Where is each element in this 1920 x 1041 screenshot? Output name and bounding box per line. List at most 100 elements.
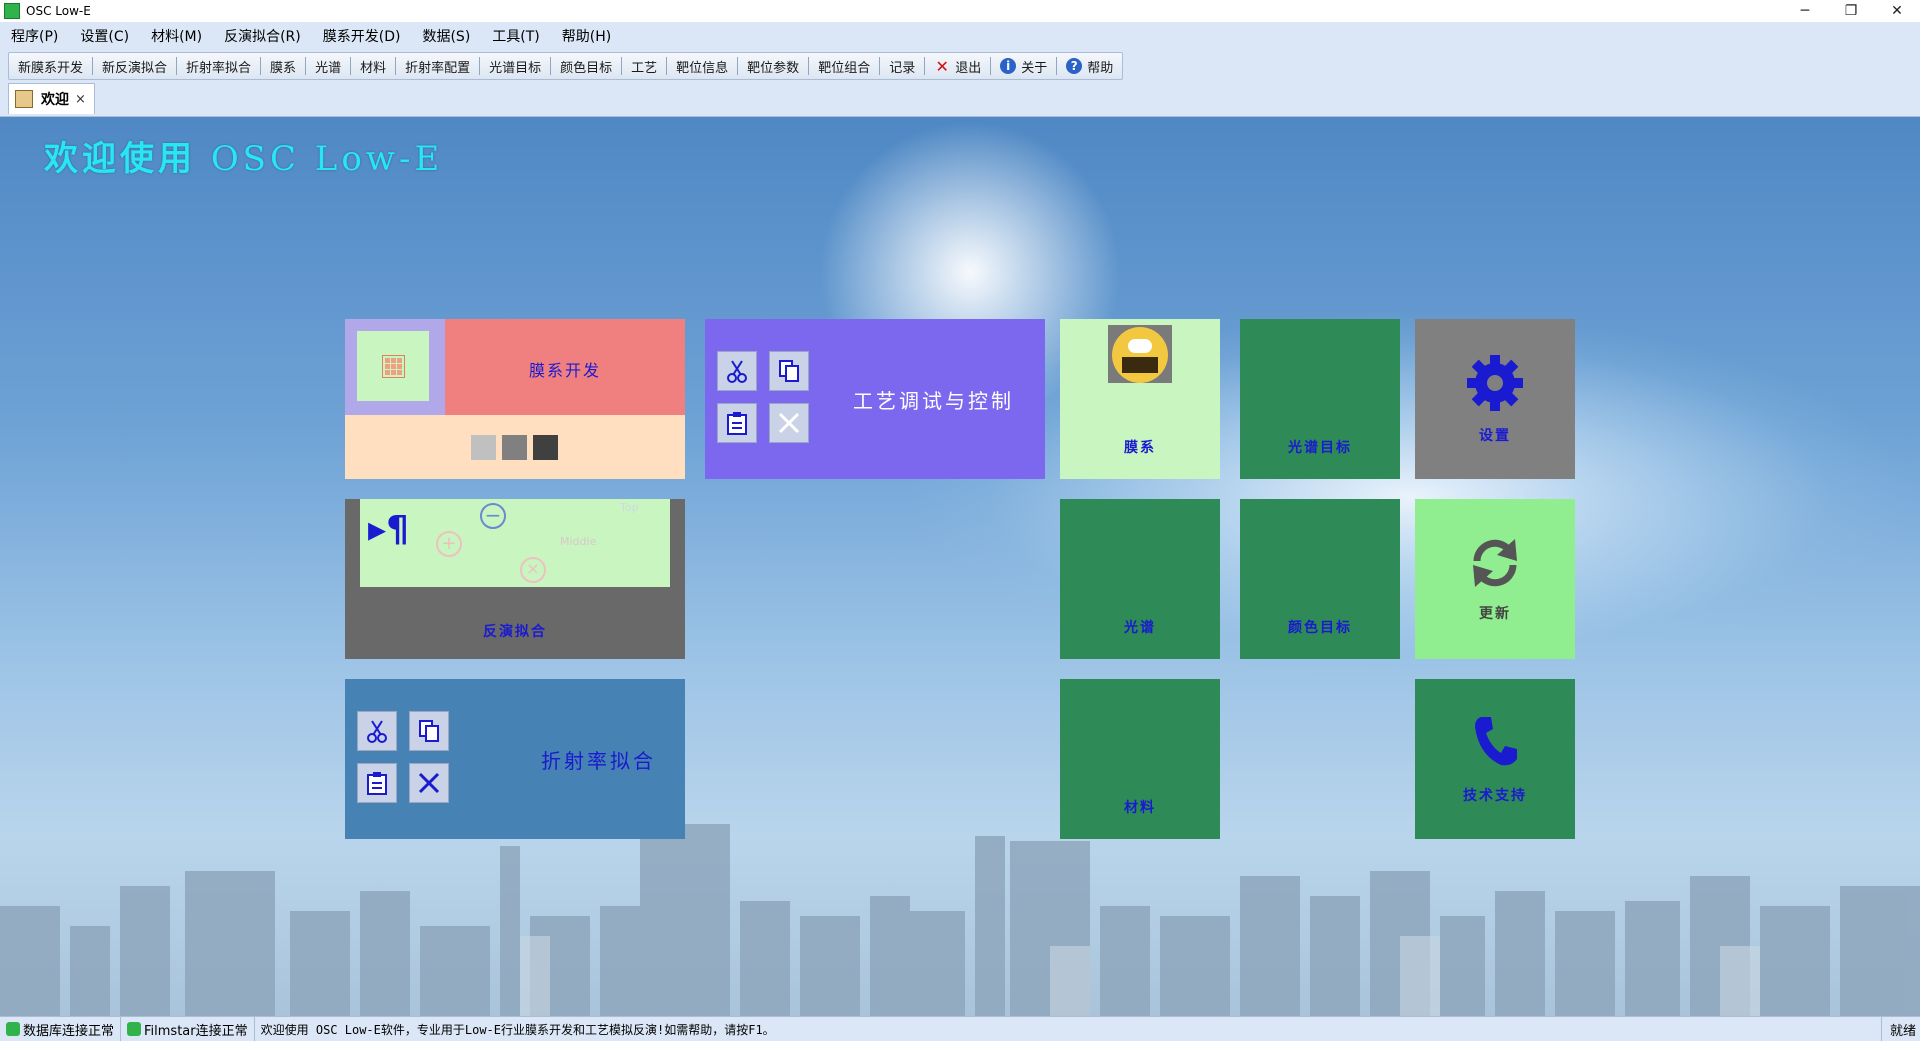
tb-help[interactable]: ? 帮助 (1057, 53, 1122, 79)
tb-record[interactable]: 记录 (880, 53, 924, 79)
phone-icon (1475, 717, 1517, 766)
tile-tech-support[interactable]: 技术支持 (1415, 679, 1575, 839)
tb-new-film-dev[interactable]: 新膜系开发 (9, 53, 92, 79)
title-bar: OSC Low-E ─ ❐ ✕ (0, 0, 1920, 22)
tb-target-info[interactable]: 靶位信息 (667, 53, 737, 79)
tile-material[interactable]: 材料 (1060, 679, 1220, 839)
tile-update[interactable]: 更新 (1415, 499, 1575, 659)
status-bar: 数据库连接正常 Filmstar连接正常 欢迎使用 OSC Low-E软件，专业… (0, 1016, 1920, 1041)
refresh-icon (1473, 539, 1517, 587)
tb-exit-label: 退出 (955, 60, 982, 76)
menu-bar: 程序(P) 设置(C) 材料(M) 反演拟合(R) 膜系开发(D) 数据(S) … (0, 22, 1920, 50)
tile-process-control[interactable]: 工艺调试与控制 (705, 319, 1045, 479)
copy-icon (769, 351, 809, 391)
restore-button[interactable]: ❐ (1828, 0, 1874, 22)
menu-film-dev[interactable]: 膜系开发(D) (312, 26, 412, 46)
tile-spectrum-label: 光谱 (1124, 620, 1156, 636)
swatch-light (471, 435, 496, 460)
tb-refractive-config[interactable]: 折射率配置 (396, 53, 479, 79)
menu-material[interactable]: 材料(M) (140, 26, 213, 46)
filmstar-status-icon (127, 1022, 142, 1036)
tb-color-target[interactable]: 颜色目标 (551, 53, 621, 79)
tile-refractive-fit[interactable]: 折射率拟合 (345, 679, 685, 839)
tb-about-label: 关于 (1021, 60, 1048, 76)
minus-circle-icon: − (480, 503, 506, 529)
welcome-heading-appname: OSC Low-E (210, 139, 444, 179)
gear-icon (1467, 355, 1523, 411)
tile-material-label: 材料 (1124, 800, 1156, 816)
tb-spectrum-target[interactable]: 光谱目标 (480, 53, 550, 79)
delete-x-icon (409, 763, 449, 803)
tile-spectrum-target-label: 光谱目标 (1288, 440, 1352, 456)
tile-color-target[interactable]: 颜色目标 (1240, 499, 1400, 659)
tile-spectrum-target[interactable]: 光谱目标 (1240, 319, 1400, 479)
tb-film-system[interactable]: 膜系 (261, 53, 305, 79)
status-ready: 就绪 (1880, 1017, 1916, 1041)
cut-icon (357, 711, 397, 751)
menu-inverse-fit[interactable]: 反演拟合(R) (213, 26, 312, 46)
status-filmstar: Filmstar连接正常 (121, 1017, 255, 1041)
menu-program[interactable]: 程序(P) (0, 26, 69, 46)
status-message: 欢迎使用 OSC Low-E软件，专业用于Low-E行业膜系开发和工艺模拟反演!… (260, 1022, 775, 1037)
copy-icon (409, 711, 449, 751)
tile-refractive-fit-label: 折射率拟合 (541, 749, 656, 773)
minimize-button[interactable]: ─ (1782, 0, 1828, 22)
tb-help-label: 帮助 (1087, 60, 1114, 76)
inverse-fit-preview: ▸¶ + − × Top Middle (360, 499, 670, 587)
city-skyline-background (0, 824, 1920, 1016)
menu-settings[interactable]: 设置(C) (69, 26, 140, 46)
close-window-button[interactable]: ✕ (1874, 0, 1920, 22)
tile-process-control-label: 工艺调试与控制 (853, 389, 1014, 413)
window-title: OSC Low-E (26, 4, 91, 18)
tb-process[interactable]: 工艺 (622, 53, 666, 79)
tb-material[interactable]: 材料 (351, 53, 395, 79)
welcome-page: 欢迎使用 OSC Low-E 膜系开发 工艺调试与控制 膜系 光谱目标 设置 ▸… (0, 117, 1920, 1016)
delete-x-icon (769, 403, 809, 443)
tb-target-params[interactable]: 靶位参数 (738, 53, 808, 79)
paste-icon (717, 403, 757, 443)
database-cloud-icon (1108, 325, 1172, 383)
tb-new-inverse-fit[interactable]: 新反演拟合 (93, 53, 176, 79)
document-tab-bar: 欢迎 × (0, 80, 1920, 117)
tile-inverse-fit-label: 反演拟合 (483, 624, 547, 640)
tile-color-target-label: 颜色目标 (1288, 620, 1352, 636)
swatch-squares (471, 435, 558, 460)
plus-circle-icon: + (436, 531, 462, 557)
grid-icon (357, 331, 429, 401)
film-dev-icon-panel (345, 319, 445, 415)
tb-spectrum[interactable]: 光谱 (306, 53, 350, 79)
pilcrow-icon: ▸¶ (368, 509, 409, 550)
toolbar-strip: 新膜系开发 新反演拟合 折射率拟合 膜系 光谱 材料 折射率配置 光谱目标 颜色… (8, 52, 1124, 80)
help-question-icon: ? (1066, 58, 1083, 74)
app-logo-icon (4, 3, 20, 19)
welcome-heading: 欢迎使用 OSC Low-E (44, 131, 443, 180)
paste-icon (357, 763, 397, 803)
status-db-text: 数据库连接正常 (23, 1023, 115, 1039)
info-icon: i (1000, 58, 1017, 74)
tb-exit[interactable]: ✕ 退出 (925, 53, 990, 79)
tile-inverse-fit[interactable]: ▸¶ + − × Top Middle 反演拟合 (345, 499, 685, 659)
tile-film-dev[interactable]: 膜系开发 (345, 319, 685, 479)
menu-help[interactable]: 帮助(H) (551, 26, 622, 46)
close-circle-icon: × (520, 557, 546, 583)
window-controls: ─ ❐ ✕ (1782, 0, 1920, 22)
menu-tools[interactable]: 工具(T) (481, 26, 550, 46)
tab-welcome-label: 欢迎 (41, 92, 69, 108)
tab-welcome[interactable]: 欢迎 × (8, 83, 95, 114)
tab-close-icon[interactable]: × (75, 92, 86, 107)
tile-update-label: 更新 (1479, 606, 1511, 622)
toolbar: 新膜系开发 新反演拟合 折射率拟合 膜系 光谱 材料 折射率配置 光谱目标 颜色… (0, 50, 1920, 80)
preview-text-top: Top (620, 501, 639, 514)
film-dev-title-panel: 膜系开发 (445, 319, 685, 415)
tb-refractive-fit[interactable]: 折射率拟合 (177, 53, 260, 79)
menu-data[interactable]: 数据(S) (411, 26, 481, 46)
home-icon (15, 90, 33, 108)
preview-text-middle: Middle (560, 535, 597, 548)
tb-about[interactable]: i 关于 (991, 53, 1056, 79)
cut-icon (717, 351, 757, 391)
tile-settings[interactable]: 设置 (1415, 319, 1575, 479)
tb-target-combo[interactable]: 靶位组合 (809, 53, 879, 79)
tile-film-system[interactable]: 膜系 (1060, 319, 1220, 479)
tile-tech-support-label: 技术支持 (1463, 788, 1527, 804)
tile-spectrum[interactable]: 光谱 (1060, 499, 1220, 659)
